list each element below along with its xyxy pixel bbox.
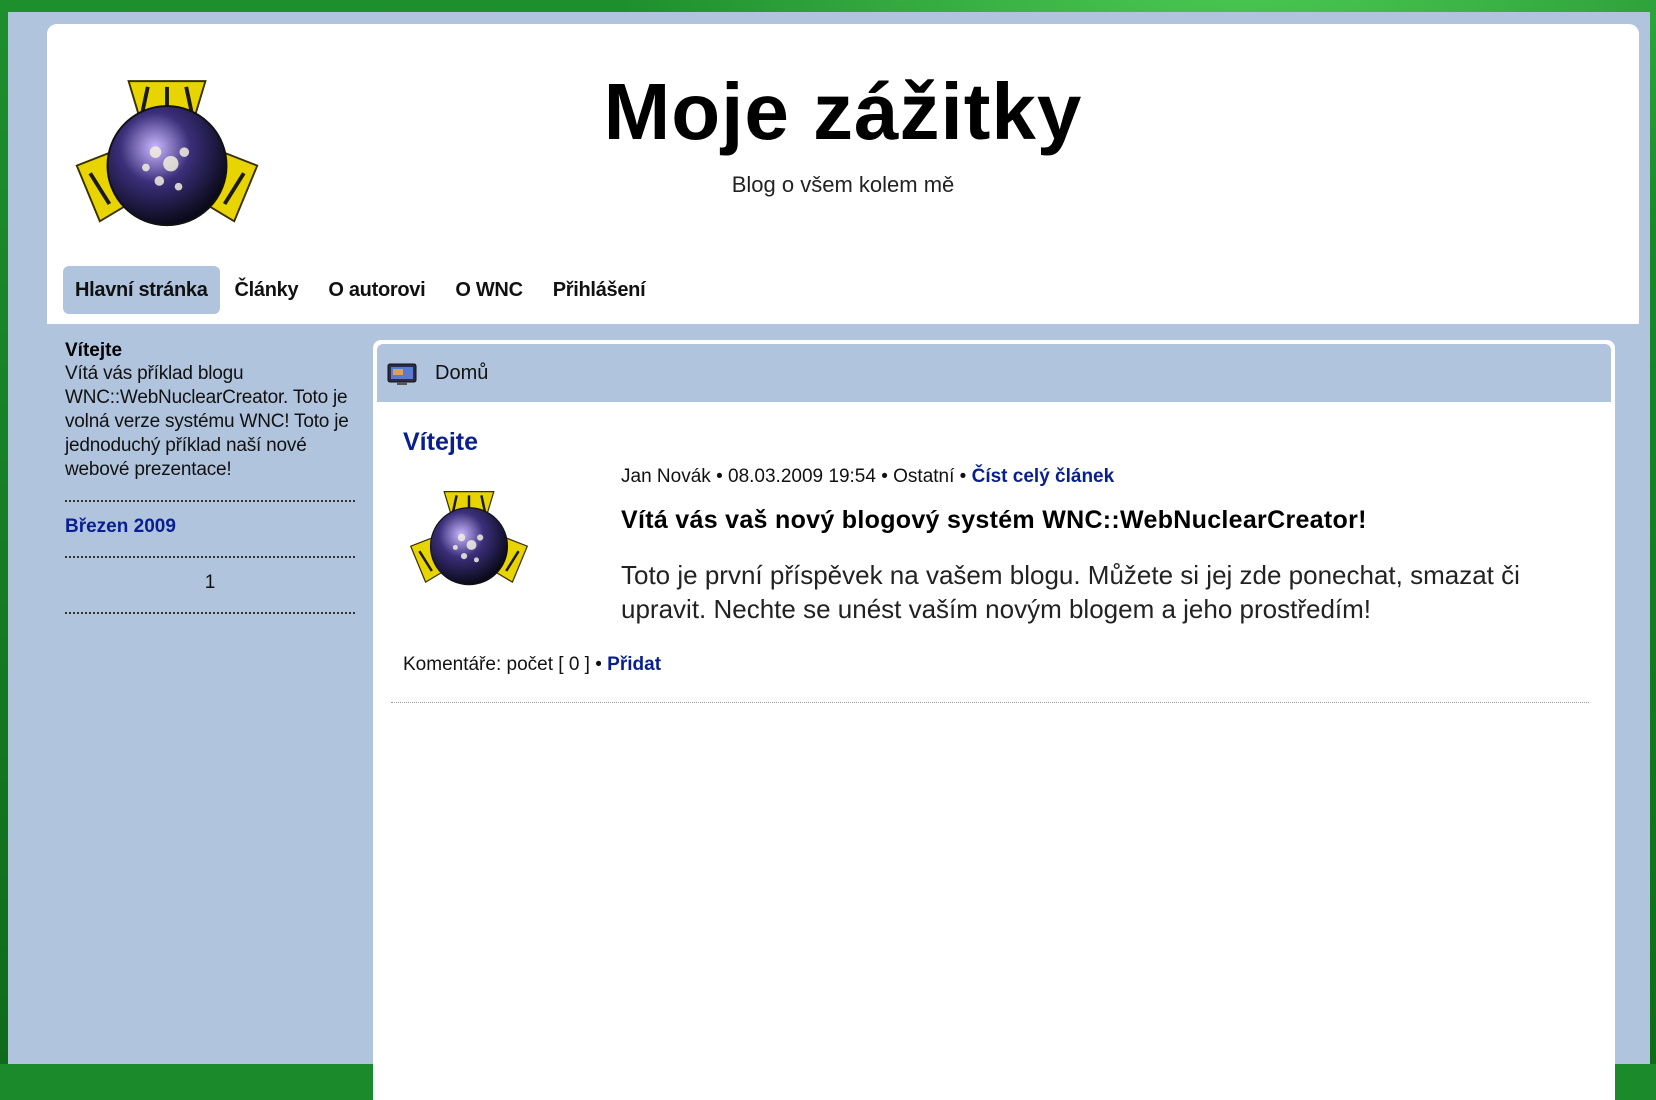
nav-item-about-wnc[interactable]: O WNC xyxy=(440,266,537,314)
post-category: Ostatní xyxy=(893,466,955,487)
post-meta: Jan Novák • 08.03.2009 19:54 • Ostatní •… xyxy=(621,466,1114,488)
nav-item-login[interactable]: Přihlášení xyxy=(538,266,661,314)
post-author: Jan Novák xyxy=(621,466,711,487)
post-comments: Komentáře: počet [ 0 ] • Přidat xyxy=(403,654,661,676)
meta-separator: • xyxy=(881,466,894,487)
post-headline: Vítá vás vaš nový blogový systém WNC::We… xyxy=(621,506,1367,534)
meta-separator: • xyxy=(716,466,728,487)
nav-item-articles[interactable]: Články xyxy=(220,266,314,314)
breadcrumb: Domů xyxy=(377,344,1611,402)
add-comment-link[interactable]: Přidat xyxy=(607,654,661,675)
site-title: Moje zážitky xyxy=(603,67,1083,156)
archive-month-link[interactable]: Březen 2009 xyxy=(65,516,355,538)
sidebar-page-number[interactable]: 1 xyxy=(65,572,355,594)
sidebar-divider xyxy=(65,612,355,614)
post-divider xyxy=(391,702,1589,703)
comments-count: Komentáře: počet [ 0 ] xyxy=(403,654,590,675)
sidebar-divider xyxy=(65,556,355,558)
sidebar-divider xyxy=(65,500,355,502)
radiation-globe-icon xyxy=(409,491,529,586)
read-more-link[interactable]: Číst celý článek xyxy=(972,466,1115,487)
post-title[interactable]: Vítejte xyxy=(403,428,478,457)
meta-separator: • xyxy=(595,654,608,675)
sidebar-welcome-text: Vítá vás příklad blogu WNC::WebNuclearCr… xyxy=(65,363,349,480)
post-date: 08.03.2009 19:54 xyxy=(728,466,876,487)
site-header: Moje zážitky Blog o všem kolem mě Hlavní… xyxy=(47,24,1639,324)
breadcrumb-home[interactable]: Domů xyxy=(435,362,488,385)
main-content: Domů Vítejte Jan Novák • 08.03.2009 19:5… xyxy=(373,340,1615,1100)
meta-separator: • xyxy=(959,466,972,487)
page-container: Moje zážitky Blog o všem kolem mě Hlavní… xyxy=(47,24,1639,1100)
nav-item-about-author[interactable]: O autorovi xyxy=(313,266,440,314)
nav-item-home[interactable]: Hlavní stránka xyxy=(63,266,220,314)
post-body: Toto je první příspěvek na vašem blogu. … xyxy=(621,560,1520,624)
main-nav: Hlavní stránka Články O autorovi O WNC P… xyxy=(63,266,660,314)
sidebar: Vítejte Vítá vás příklad blogu WNC::WebN… xyxy=(65,340,355,628)
site-subtitle: Blog o všem kolem mě xyxy=(731,172,955,197)
monitor-icon xyxy=(387,363,417,385)
sidebar-welcome-title: Vítejte xyxy=(65,340,123,361)
